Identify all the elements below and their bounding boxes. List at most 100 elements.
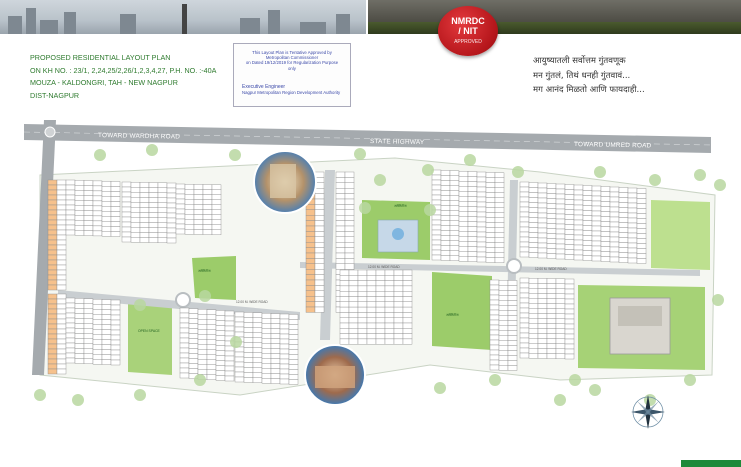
plot — [528, 312, 539, 319]
plot — [431, 229, 442, 236]
plot — [305, 268, 316, 275]
plot — [83, 205, 94, 211]
plot — [197, 333, 208, 340]
plot — [402, 317, 413, 324]
plot — [335, 225, 346, 232]
plot — [74, 220, 85, 226]
plot — [609, 236, 620, 243]
wide-road-label-3: 12.00 M. WIDE ROAD — [535, 267, 567, 271]
plot — [528, 302, 539, 309]
plot — [393, 275, 404, 281]
plot — [65, 317, 76, 324]
plot — [476, 231, 487, 238]
plot — [458, 230, 469, 237]
plot — [339, 285, 350, 292]
plot — [573, 214, 584, 221]
plot — [467, 196, 478, 202]
plot — [431, 199, 442, 206]
plot — [252, 312, 263, 319]
plot — [507, 360, 518, 366]
plot — [101, 349, 112, 355]
plot — [507, 325, 518, 331]
plot — [498, 354, 509, 361]
plot — [564, 229, 575, 235]
tree-icon — [359, 202, 371, 214]
plot — [636, 203, 647, 209]
plot — [485, 197, 496, 203]
plot — [537, 247, 548, 254]
plot — [528, 222, 539, 228]
tree-icon — [354, 148, 366, 160]
plot — [528, 207, 539, 213]
tree-icon — [146, 144, 158, 156]
plot — [564, 194, 575, 200]
plot — [314, 231, 325, 238]
plot — [261, 373, 272, 379]
green-park-left — [192, 256, 236, 300]
plot — [157, 192, 168, 199]
plot — [573, 239, 584, 246]
plot — [179, 342, 190, 349]
skyline-building — [120, 14, 136, 34]
green-amenity-far-right — [651, 200, 710, 270]
plot — [440, 245, 451, 251]
skyline-building — [336, 14, 350, 34]
plot — [636, 188, 647, 194]
plot — [234, 371, 245, 378]
plot — [47, 229, 58, 236]
plot — [121, 201, 132, 208]
plot — [440, 215, 451, 221]
plot — [440, 255, 451, 261]
plot — [234, 326, 245, 333]
tree-icon — [199, 290, 211, 302]
garden-label-1: अमेनिटीज — [198, 268, 211, 273]
plot — [270, 343, 281, 349]
plot — [130, 231, 141, 238]
plot — [261, 337, 272, 344]
plot — [537, 323, 548, 329]
plot — [519, 231, 530, 238]
open-space-label: OPEN SPACE — [138, 329, 161, 333]
approval-authority: Nagpur Metropolitan Region Development A… — [242, 90, 341, 96]
plot — [74, 308, 85, 314]
plot — [252, 357, 263, 364]
plot — [348, 328, 359, 334]
plot — [335, 231, 346, 238]
plot — [47, 204, 58, 211]
plot — [375, 328, 386, 334]
plot — [582, 235, 593, 241]
plot — [348, 301, 359, 308]
plot — [243, 377, 254, 383]
plot — [546, 328, 557, 334]
plot — [485, 237, 496, 243]
plot — [555, 293, 566, 300]
plot — [591, 185, 602, 192]
plot — [402, 285, 413, 292]
plot — [279, 328, 290, 335]
plot — [458, 245, 469, 252]
plot — [243, 342, 254, 348]
plot — [74, 333, 85, 339]
plot — [546, 288, 557, 294]
plot — [489, 329, 500, 336]
plot — [344, 241, 355, 248]
plot — [243, 317, 254, 323]
plot — [519, 347, 530, 354]
plot — [305, 209, 316, 216]
plot — [467, 181, 478, 187]
plot — [305, 285, 316, 291]
plot — [56, 338, 67, 345]
plot — [555, 283, 566, 290]
plot — [335, 252, 346, 259]
plot — [564, 328, 575, 335]
plot — [279, 363, 290, 370]
plot — [348, 306, 359, 313]
plot — [339, 301, 350, 308]
plot — [494, 247, 505, 254]
plot — [92, 348, 103, 355]
plot — [206, 349, 217, 356]
plot — [47, 184, 58, 191]
plot — [519, 292, 530, 299]
plot — [252, 362, 263, 369]
plot — [440, 235, 451, 241]
